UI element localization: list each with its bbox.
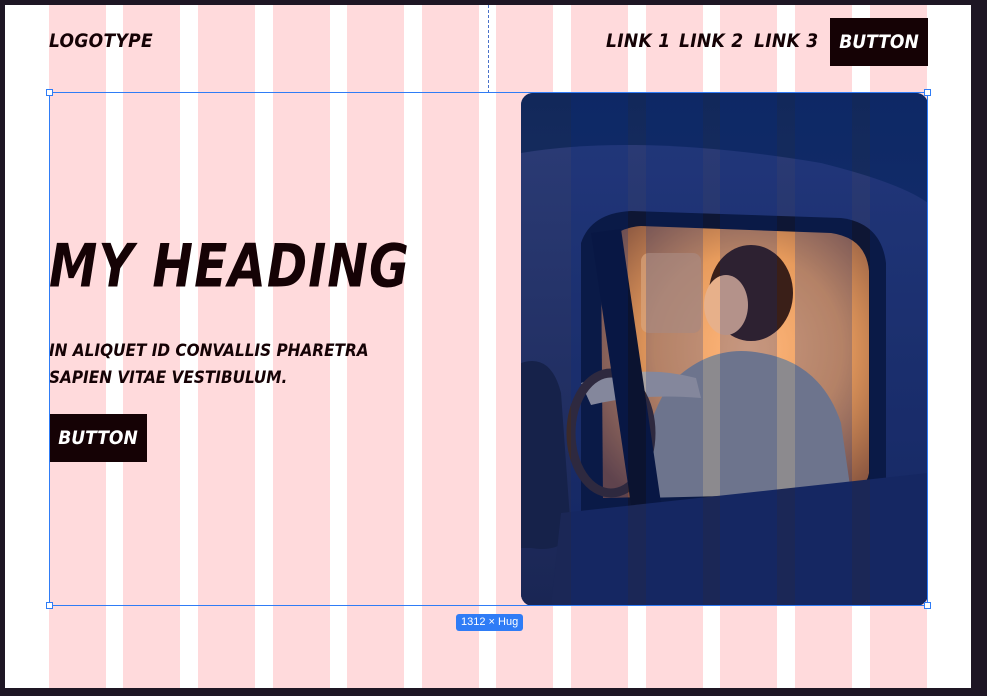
selection-frame[interactable] <box>49 92 928 606</box>
nav-link-3[interactable]: LINK 3 <box>754 30 818 52</box>
design-canvas[interactable]: LOGOTYPE LINK 1 LINK 2 LINK 3 BUTTON MY … <box>5 5 971 688</box>
center-guide-line <box>488 5 489 93</box>
selection-size-badge: 1312 × Hug <box>456 614 524 631</box>
nav-button[interactable]: BUTTON <box>830 18 928 66</box>
resize-handle-bottom-right[interactable] <box>924 602 931 609</box>
resize-handle-top-left[interactable] <box>46 89 53 96</box>
resize-handle-top-right[interactable] <box>924 89 931 96</box>
nav-link-2[interactable]: LINK 2 <box>679 30 743 52</box>
logotype[interactable]: LOGOTYPE <box>49 30 153 52</box>
resize-handle-bottom-left[interactable] <box>46 602 53 609</box>
nav-link-1[interactable]: LINK 1 <box>606 30 670 52</box>
